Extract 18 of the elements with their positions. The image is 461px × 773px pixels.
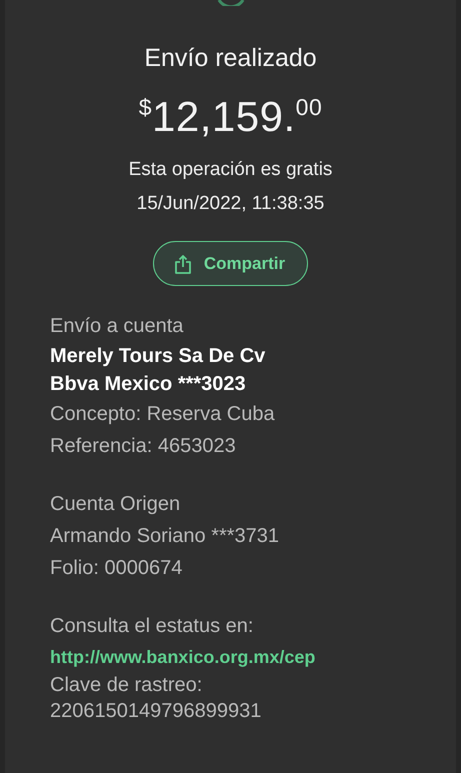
detail-text: Armando Soriano ***3731 [50,524,280,549]
account-detail: Merely Tours Sa De Cv [50,344,266,369]
detail-text: Clave de rastreo: [50,673,204,698]
detail-text: Concepto: Reserva Cuba [50,402,276,427]
section-heading: Envío a cuenta [50,314,184,339]
share-icon [174,254,192,274]
section-heading: Cuenta Origen [50,492,182,517]
detail-text: 2206150149796899931 [50,699,262,724]
share-button[interactable]: Compartir [152,241,308,286]
fee-note: Esta operación es gratis [128,159,332,181]
detail-text: Referencia: 4653023 [50,434,237,459]
screen-title: Envío realizado [144,44,317,73]
date-time: 15/Jun/2022, 11:38:35 [136,193,324,215]
section-heading: Consulta el estatus en: [50,614,254,639]
status-link[interactable]: http://www.banxico.org.mx/cep [50,642,456,672]
account-detail: Bbva Mexico ***3023 [50,372,247,397]
amount: $^{$}$12,159.$^{00}$ [138,93,322,141]
detail-text: Folio: 0000674 [50,556,184,581]
